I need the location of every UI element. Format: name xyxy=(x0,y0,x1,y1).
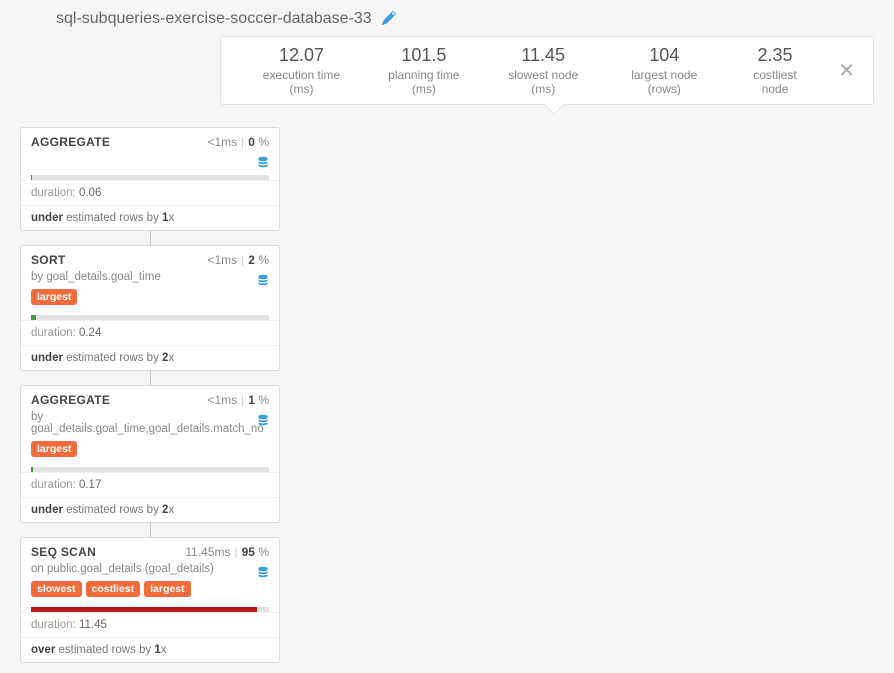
stat-label: planning time (ms) xyxy=(382,68,466,96)
node-badges: largest xyxy=(21,289,279,311)
duration-bar xyxy=(21,463,279,472)
stat-label: largest node (rows) xyxy=(621,68,708,96)
stat-value: 104 xyxy=(621,45,708,66)
duration-bar xyxy=(21,171,279,180)
node-connector xyxy=(150,523,151,537)
badge-largest: largest xyxy=(31,289,77,305)
plan-tree: AGGREGATE<1ms|0 % duration: 0.06under es… xyxy=(20,127,280,663)
stat-item[interactable]: 11.45slowest node (ms) xyxy=(484,45,603,96)
node-connector xyxy=(150,231,151,245)
estimate-row: over estimated rows by 1x xyxy=(21,637,279,662)
stat-item[interactable]: 101.5planning time (ms) xyxy=(364,45,484,96)
close-icon[interactable]: ✕ xyxy=(824,58,855,83)
duration-row: duration: 0.24 xyxy=(21,320,279,345)
stat-label: costliest node xyxy=(744,68,806,96)
node-meta: <1ms|1 % xyxy=(207,393,269,407)
badge-slowest: slowest xyxy=(31,581,82,597)
node-subtitle: on public.goal_details (goal_details) xyxy=(21,563,279,581)
database-icon[interactable] xyxy=(257,563,269,579)
page-title-row: sql-subqueries-exercise-soccer-database-… xyxy=(20,10,874,36)
database-icon[interactable] xyxy=(257,271,269,287)
node-subtitle xyxy=(21,153,279,171)
stat-label: execution time (ms) xyxy=(257,68,346,96)
duration-bar xyxy=(21,603,279,612)
stat-label: slowest node (ms) xyxy=(502,68,585,96)
node-meta: <1ms|2 % xyxy=(207,253,269,267)
duration-bar xyxy=(21,311,279,320)
node-connector xyxy=(150,371,151,385)
duration-row: duration: 0.06 xyxy=(21,180,279,205)
estimate-row: under estimated rows by 2x xyxy=(21,345,279,370)
badge-largest: largest xyxy=(31,441,77,457)
node-title: SORT xyxy=(31,253,66,267)
stat-item[interactable]: 104largest node (rows) xyxy=(603,45,726,96)
duration-row: duration: 11.45 xyxy=(21,612,279,637)
node-meta: 11.45ms|95 % xyxy=(185,545,269,559)
stats-bar: 12.07execution time (ms)101.5planning ti… xyxy=(220,36,874,105)
stat-item[interactable]: 2.35costliest node xyxy=(726,45,824,96)
node-header: AGGREGATE <1ms|0 % xyxy=(21,128,279,153)
badge-largest: largest xyxy=(144,581,190,597)
edit-icon[interactable] xyxy=(382,11,396,28)
node-badges: largest xyxy=(21,441,279,463)
node-header: SORT <1ms|2 % xyxy=(21,246,279,271)
stat-value: 101.5 xyxy=(382,45,466,66)
plan-node[interactable]: SEQ SCAN 11.45ms|95 % on public.goal_detai… xyxy=(20,537,280,663)
node-header: SEQ SCAN 11.45ms|95 % xyxy=(21,538,279,563)
node-meta: <1ms|0 % xyxy=(207,135,269,149)
node-subtitle: by goal_details.goal_time,goal_details.m… xyxy=(21,411,279,441)
database-icon[interactable] xyxy=(257,153,269,169)
estimate-row: under estimated rows by 2x xyxy=(21,497,279,522)
plan-node[interactable]: AGGREGATE <1ms|0 % duration: 0.06under es… xyxy=(20,127,280,231)
node-title: AGGREGATE xyxy=(31,135,110,149)
database-icon[interactable] xyxy=(257,411,269,427)
node-title: AGGREGATE xyxy=(31,393,110,407)
stat-value: 11.45 xyxy=(502,45,585,66)
node-badges: slowestcostliestlargest xyxy=(21,581,279,603)
node-header: AGGREGATE <1ms|1 % xyxy=(21,386,279,411)
plan-node[interactable]: AGGREGATE <1ms|1 % by goal_details.goal_ti… xyxy=(20,385,280,523)
node-title: SEQ SCAN xyxy=(31,545,96,559)
page-title: sql-subqueries-exercise-soccer-database-… xyxy=(56,10,372,28)
stat-value: 12.07 xyxy=(257,45,346,66)
duration-row: duration: 0.17 xyxy=(21,472,279,497)
node-subtitle: by goal_details.goal_time xyxy=(21,271,279,289)
stat-item[interactable]: 12.07execution time (ms) xyxy=(239,45,364,96)
plan-node[interactable]: SORT <1ms|2 % by goal_details.goal_timelar… xyxy=(20,245,280,371)
estimate-row: under estimated rows by 1x xyxy=(21,205,279,230)
badge-costliest: costliest xyxy=(86,581,141,597)
stat-value: 2.35 xyxy=(744,45,806,66)
stats-pointer xyxy=(544,95,564,115)
